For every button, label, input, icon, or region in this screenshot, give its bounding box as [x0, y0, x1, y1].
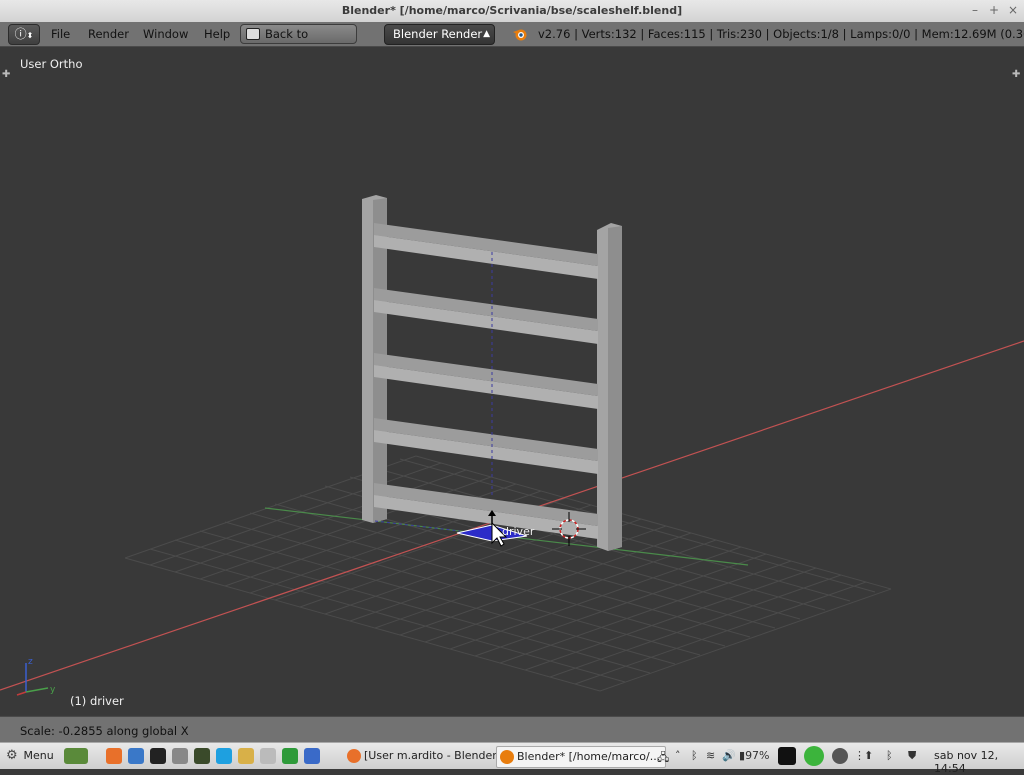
blender-task-icon	[500, 750, 514, 764]
task-label: [User m.ardito - Blender ...	[364, 749, 511, 762]
spreadsheet-icon[interactable]	[282, 748, 298, 764]
window-title: Blender* [/home/marco/Scrivania/bse/scal…	[341, 4, 683, 17]
render-engine-value: Blender Render	[393, 27, 483, 41]
file-manager-icon[interactable]	[172, 748, 188, 764]
3d-viewport[interactable]: z y driver User Ortho (1) driver ✚ ✚	[0, 47, 1024, 715]
show-desktop-icon[interactable]	[64, 748, 88, 764]
text-editor-icon[interactable]	[238, 748, 254, 764]
bluetooth-tray-icon[interactable]: ᛒ	[886, 749, 893, 762]
select-arrows-icon: ▲	[483, 29, 490, 39]
menu-help[interactable]: Help	[204, 27, 230, 41]
skype-icon[interactable]	[216, 748, 232, 764]
operator-status-text: Scale: -0.2855 along global X	[20, 724, 189, 738]
back-icon	[246, 28, 260, 40]
writer-icon[interactable]	[304, 748, 320, 764]
start-menu-label: Menu	[23, 749, 54, 762]
scene-stats: v2.76 | Verts:132 | Faces:115 | Tris:230…	[538, 27, 1024, 41]
menu-file[interactable]: File	[51, 27, 70, 41]
volume-icon[interactable]: 🔊	[722, 749, 736, 762]
view-name-label: User Ortho	[20, 57, 83, 71]
upload-arrow-icon[interactable]: ⬆	[864, 749, 873, 762]
window-titlebar: Blender* [/home/marco/Scrivania/bse/scal…	[0, 0, 1024, 23]
menu-render[interactable]: Render	[88, 27, 129, 41]
floor-guide-line	[374, 520, 461, 532]
gizmo-y-label: y	[50, 685, 56, 695]
back-to-previous-button[interactable]: Back to Previous	[240, 24, 357, 59]
close-button[interactable]: ×	[1006, 3, 1020, 17]
battery-percent: 97%	[745, 749, 770, 762]
network-icon[interactable]: 🖧	[657, 749, 669, 768]
wifi-icon[interactable]: ≋	[706, 749, 715, 762]
sync-icon[interactable]	[832, 748, 848, 764]
updown-arrows-icon: ⬍	[26, 31, 34, 40]
taskbar-task-browser[interactable]: [User m.ardito - Blender ...	[344, 746, 512, 766]
floor-grid	[124, 455, 892, 692]
firefox-icon[interactable]	[106, 748, 122, 764]
checkmark-icon[interactable]	[804, 746, 824, 766]
chevron-up-icon[interactable]: ˄	[675, 749, 681, 762]
status-bar: Scale: -0.2855 along global X	[0, 716, 1024, 742]
app-tray-icon[interactable]	[778, 747, 796, 765]
terminal-icon[interactable]	[150, 748, 166, 764]
start-menu-button[interactable]: ⚙ Menu	[6, 748, 54, 763]
info-icon: ⓘ	[14, 27, 27, 41]
driver-object-label: driver	[502, 525, 535, 538]
minimize-button[interactable]: –	[968, 3, 982, 17]
toolshelf-toggle-icon[interactable]: ✚	[2, 70, 12, 80]
battery-status[interactable]: ▮97%	[739, 749, 770, 762]
desktop-taskbar: ⚙ Menu [User m.ardito - Blender ... Blen…	[0, 742, 1024, 775]
task-label: Blender* [/home/marco/...	[517, 750, 661, 763]
bluetooth-icon[interactable]: ᛒ	[691, 749, 698, 762]
editor-type-button[interactable]: ⓘ⬍	[8, 24, 40, 45]
active-object-label: (1) driver	[70, 694, 124, 708]
clock: sab nov 12, 14:54	[934, 749, 999, 775]
menu-window[interactable]: Window	[143, 27, 188, 41]
chromium-icon[interactable]	[128, 748, 144, 764]
properties-toggle-icon[interactable]: ✚	[1012, 70, 1022, 80]
calculator-icon[interactable]	[260, 748, 276, 764]
render-engine-select[interactable]: Blender Render ▲	[384, 24, 495, 45]
blender-logo-icon	[513, 29, 527, 41]
taskbar-task-blender[interactable]: Blender* [/home/marco/...	[496, 746, 666, 768]
gizmo-z-label: z	[28, 657, 33, 667]
firefox-task-icon	[347, 749, 361, 763]
system-monitor-icon[interactable]	[194, 748, 210, 764]
gear-icon: ⚙	[6, 748, 18, 763]
maximize-button[interactable]: +	[987, 3, 1001, 17]
viewport-scene: z y driver	[0, 195, 1024, 696]
info-header: ⓘ⬍ File Render Window Help Back to Previ…	[0, 22, 1024, 59]
shield-icon[interactable]: ⛊	[908, 749, 916, 763]
